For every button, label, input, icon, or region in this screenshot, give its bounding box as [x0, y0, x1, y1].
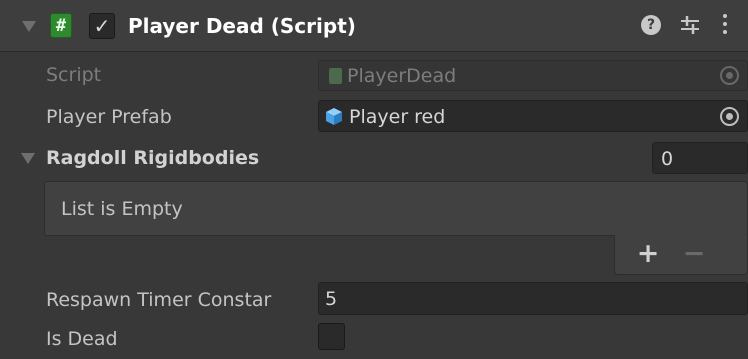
is-dead-label: Is Dead — [46, 328, 118, 350]
respawn-timer-field[interactable]: 5 — [318, 282, 748, 315]
list-body: List is Empty — [44, 181, 748, 236]
respawn-timer-label: Respawn Timer Constar — [46, 289, 272, 311]
script-label: Script — [46, 64, 102, 86]
component-title: Player Dead (Script) — [128, 14, 356, 38]
checkmark-icon: ✓ — [93, 14, 111, 38]
player-prefab-value: Player red — [349, 106, 446, 128]
player-prefab-label: Player Prefab — [46, 106, 172, 128]
fold-triangle-icon[interactable] — [21, 153, 35, 164]
object-picker-icon[interactable] — [720, 107, 739, 126]
object-picker-icon — [720, 66, 739, 85]
fold-triangle-icon[interactable] — [22, 21, 36, 32]
ragdoll-rigidbodies-label[interactable]: Ragdoll Rigidbodies — [46, 145, 259, 171]
list-size-field[interactable]: 0 — [652, 142, 748, 174]
player-prefab-field[interactable]: Player red — [318, 100, 748, 132]
script-value: PlayerDead — [347, 65, 457, 87]
is-dead-checkbox[interactable] — [318, 323, 345, 350]
question-icon[interactable]: ? — [641, 15, 661, 35]
list-empty-text: List is Empty — [61, 198, 183, 220]
script-field: PlayerDead — [318, 60, 748, 91]
respawn-timer-value: 5 — [325, 288, 338, 310]
add-element-button[interactable]: + — [633, 239, 663, 269]
script-file-icon — [329, 68, 342, 84]
hash-icon: # — [50, 13, 72, 38]
component-enabled-checkbox[interactable]: ✓ — [89, 13, 115, 39]
sliders-icon[interactable] — [680, 14, 700, 36]
remove-element-button[interactable]: − — [679, 239, 709, 269]
prefab-cube-icon — [326, 108, 342, 125]
list-size-value: 0 — [661, 148, 674, 170]
kebab-menu-icon[interactable] — [720, 14, 730, 36]
list-footer: + − — [614, 235, 748, 275]
